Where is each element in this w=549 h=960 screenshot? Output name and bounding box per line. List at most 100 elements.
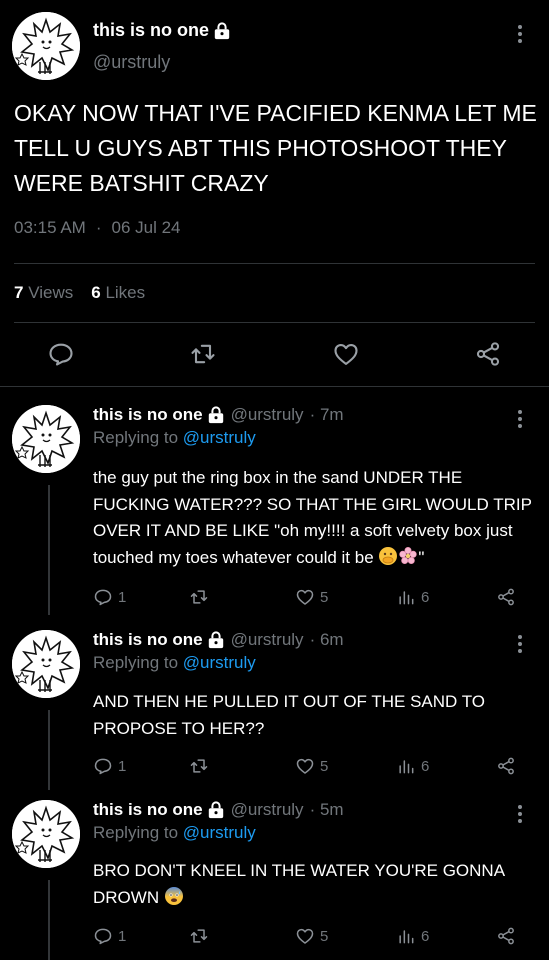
likes-count: 6	[91, 283, 101, 302]
retweet-icon[interactable]	[189, 340, 217, 368]
like-count: 5	[320, 757, 329, 775]
cherry-blossom-emoji	[399, 546, 418, 564]
meta-separator: ·	[95, 218, 102, 237]
reply-text-end: "	[418, 547, 425, 567]
replying-to-label: Replying to	[93, 428, 179, 447]
more-icon[interactable]	[510, 407, 530, 431]
tweet-timestamp[interactable]: 03:15 AM · 06 Jul 24	[14, 218, 181, 238]
reply-count: 1	[118, 927, 127, 945]
hand-over-mouth-emoji	[379, 546, 398, 565]
reply-header: this is no one @urstruly · 7m	[93, 405, 344, 425]
reply-icon	[94, 589, 112, 606]
divider	[0, 386, 549, 387]
heart-icon	[296, 758, 314, 774]
reply-text: the guy put the ring box in the sand UND…	[93, 465, 533, 571]
retweet-button[interactable]	[189, 756, 214, 776]
avatar[interactable]	[12, 630, 80, 698]
views-button[interactable]: 6	[396, 756, 429, 776]
reply-age[interactable]: · 7m	[310, 405, 344, 425]
reply-text: AND THEN HE PULLED IT OUT OF THE SAND TO…	[93, 689, 533, 742]
likes-stat[interactable]: 6 Likes	[91, 283, 145, 303]
author-name-text[interactable]: this is no one	[93, 405, 203, 425]
reply-header: this is no one @urstruly · 5m	[93, 800, 344, 820]
heart-icon	[296, 589, 314, 605]
views-count: 6	[421, 757, 430, 775]
reply-text-content: AND THEN HE PULLED IT OUT OF THE SAND TO…	[93, 692, 486, 738]
reply-button[interactable]: 1	[93, 926, 126, 946]
reply-icon	[94, 758, 112, 775]
views-count: 6	[421, 588, 430, 606]
retweet-icon	[190, 590, 208, 604]
author-name-text[interactable]: this is no one	[93, 800, 203, 820]
tweet-action-bar	[0, 340, 549, 370]
reply-text: BRO DON'T KNEEL IN THE WATER YOU'RE GONN…	[93, 858, 533, 911]
tweet-time: 03:15 AM	[14, 218, 86, 237]
replying-to-link[interactable]: @urstruly	[183, 653, 256, 672]
like-button[interactable]: 5	[295, 587, 328, 607]
tweet-stats: 7 Views 6 Likes	[14, 283, 145, 303]
author-name-text[interactable]: this is no one	[93, 630, 203, 650]
reply-emojis	[164, 886, 184, 907]
share-button[interactable]	[496, 756, 516, 776]
avatar[interactable]	[12, 800, 80, 868]
retweet-icon	[190, 759, 208, 773]
anxious-face-emoji	[164, 886, 183, 905]
tweet-text: OKAY NOW THAT I'VE PACIFIED KENMA LET ME…	[14, 100, 537, 196]
replying-to-link[interactable]: @urstruly	[183, 823, 256, 842]
reply-button[interactable]: 1	[93, 756, 126, 776]
reply-action-bar: 1 5 6	[0, 926, 549, 950]
reply-button[interactable]: 1	[93, 587, 126, 607]
author-name[interactable]: this is no one	[93, 800, 225, 820]
reply-text-content: the guy put the ring box in the sand UND…	[93, 468, 532, 567]
heart-icon	[296, 928, 314, 944]
share-icon	[498, 588, 514, 606]
author-handle[interactable]: @urstruly	[231, 630, 304, 650]
reply-text-content: BRO DON'T KNEEL IN THE WATER YOU'RE GONN…	[93, 861, 505, 907]
more-icon[interactable]	[510, 802, 530, 826]
reply-action-bar: 1 5 6	[0, 756, 549, 780]
author-handle[interactable]: @urstruly	[231, 800, 304, 820]
retweet-icon	[190, 929, 208, 943]
heart-icon[interactable]	[332, 340, 360, 368]
author-name[interactable]: this is no one	[93, 20, 231, 41]
reply-icon[interactable]	[47, 340, 75, 368]
avatar[interactable]	[12, 12, 80, 80]
divider	[14, 263, 535, 264]
replying-to: Replying to @urstruly	[93, 823, 256, 843]
share-button[interactable]	[496, 926, 516, 946]
reply-age[interactable]: · 6m	[310, 630, 344, 650]
author-handle[interactable]: @urstruly	[231, 405, 304, 425]
views-button[interactable]: 6	[396, 587, 429, 607]
views-label: Views	[28, 283, 74, 302]
author-handle[interactable]: @urstruly	[93, 52, 170, 73]
more-icon[interactable]	[510, 22, 530, 46]
author-name-text[interactable]: this is no one	[93, 20, 209, 41]
author-name[interactable]: this is no one	[93, 630, 225, 650]
views-count: 6	[421, 927, 430, 945]
likes-label: Likes	[105, 283, 146, 302]
views-count: 7	[14, 283, 24, 302]
reply-header: this is no one @urstruly · 6m	[93, 630, 344, 650]
like-count: 5	[320, 927, 329, 945]
replying-to-label: Replying to	[93, 653, 179, 672]
like-button[interactable]: 5	[295, 756, 328, 776]
replying-to: Replying to @urstruly	[93, 653, 256, 673]
share-button[interactable]	[496, 587, 516, 607]
reply-count: 1	[118, 588, 127, 606]
avatar[interactable]	[12, 405, 80, 473]
lock-icon	[208, 631, 223, 649]
lock-icon	[208, 406, 223, 424]
more-icon[interactable]	[510, 632, 530, 656]
lock-icon	[208, 801, 223, 819]
share-icon[interactable]	[474, 340, 502, 368]
like-button[interactable]: 5	[295, 926, 328, 946]
retweet-button[interactable]	[189, 926, 214, 946]
views-icon	[399, 760, 414, 774]
lock-icon	[214, 21, 230, 39]
reply-age[interactable]: · 5m	[310, 800, 344, 820]
views-stat[interactable]: 7 Views	[14, 283, 73, 303]
author-name[interactable]: this is no one	[93, 405, 225, 425]
views-button[interactable]: 6	[396, 926, 429, 946]
replying-to-link[interactable]: @urstruly	[183, 428, 256, 447]
retweet-button[interactable]	[189, 587, 214, 607]
